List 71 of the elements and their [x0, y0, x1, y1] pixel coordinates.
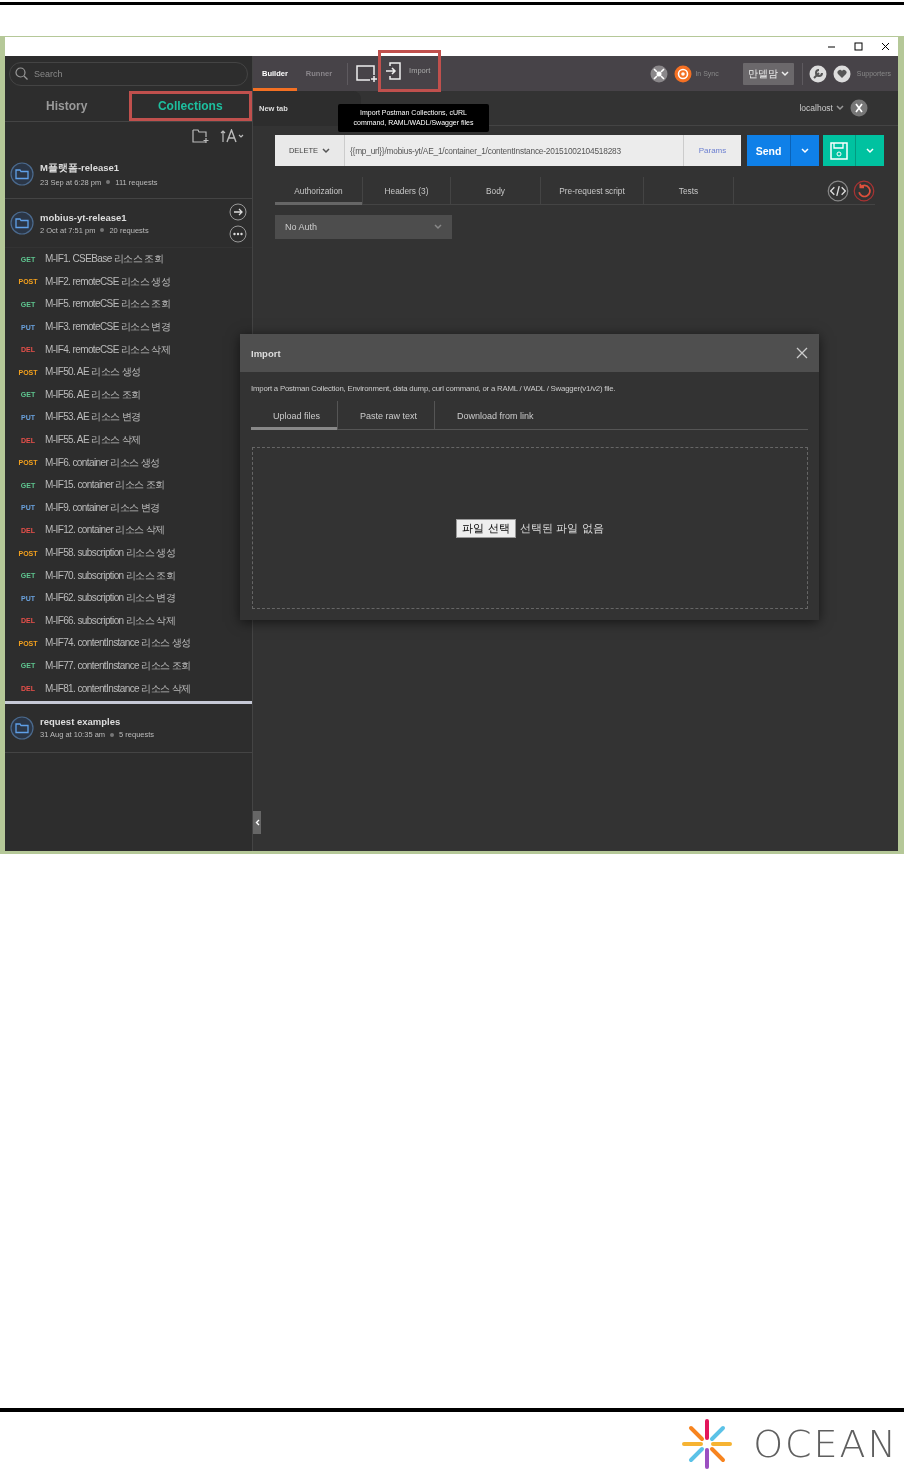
more-icon[interactable]	[229, 225, 247, 243]
request-name: M-IF62. subscription 리소스 변경	[45, 591, 175, 606]
request-name: M-IF56. AE 리소스 조회	[45, 387, 141, 402]
chevron-down-icon	[322, 147, 331, 154]
file-status: 선택된 파일 없음	[519, 520, 604, 536]
request-name: M-IF55. AE 리소스 삭제	[45, 433, 141, 448]
request-name: M-IF5. remoteCSE 리소스 조회	[45, 297, 171, 312]
request-name: M-IF3. remoteCSE 리소스 변경	[45, 320, 171, 335]
collection-name: mobius-yt-release1	[40, 211, 128, 223]
new-folder-icon[interactable]	[192, 129, 210, 143]
folder-icon	[10, 211, 34, 235]
separator-dot-icon	[106, 180, 111, 184]
request-section-tab[interactable]: Pre-request script	[541, 176, 644, 205]
request-name: M-IF12. container 리소스 삭제	[45, 523, 165, 538]
logo-text: OCEAN	[753, 1421, 898, 1466]
request-name: M-IF74. contentInstance 리소스 생성	[45, 636, 191, 651]
request-name: M-IF70. subscription 리소스 조회	[45, 568, 175, 583]
logo-icon	[681, 1417, 734, 1470]
choose-file-button[interactable]: 파일 선택	[456, 518, 516, 538]
chevron-down-icon	[434, 224, 442, 230]
request-name: M-IF50. AE 리소스 생성	[45, 365, 141, 380]
separator-dot-icon	[100, 228, 105, 232]
import-tab[interactable]: Download from link	[435, 401, 551, 430]
chevron-down-icon	[801, 147, 809, 154]
import-tab[interactable]: Paste raw text	[338, 401, 436, 430]
sync-icon[interactable]	[674, 64, 693, 83]
url-field[interactable]: {{mp_url}}/mobius-yt/AE_1/container_1/contentInstance-20151002104518283	[345, 135, 683, 166]
sort-icon[interactable]	[220, 129, 246, 143]
sidebar-tab[interactable]: History	[5, 91, 129, 121]
request-name: M-IF1. CSEBase 리소스 조회	[45, 252, 163, 267]
folder-icon	[10, 715, 34, 740]
sidebar-tab[interactable]: Collections	[128, 91, 252, 121]
collection-name: M플랫폼-release1	[40, 161, 121, 175]
chevron-down-icon	[866, 147, 874, 154]
request-name: M-IF77. contentInstance 리소스 조회	[45, 659, 191, 673]
arrow-right-icon[interactable]	[229, 203, 247, 221]
close-icon[interactable]	[881, 42, 890, 51]
folder-icon	[10, 162, 34, 186]
user-menu-button[interactable]: 만델맘	[742, 62, 794, 85]
environment-x-icon[interactable]	[850, 99, 868, 117]
dialog-title: Import	[251, 347, 281, 359]
chevron-left-icon	[254, 819, 260, 826]
request-name: M-IF15. container 리소스 조회	[45, 478, 165, 493]
auth-type-dropdown[interactable]: No Auth	[275, 215, 452, 239]
collection-name: request examples	[40, 716, 122, 728]
request-name: M-IF4. remoteCSE 리소스 삭제	[45, 342, 171, 357]
request-name: M-IF53. AE 리소스 변경	[45, 410, 141, 425]
separator-dot-icon	[110, 732, 115, 737]
request-name: M-IF58. subscription 리소스 생성	[45, 546, 175, 560]
import-icon	[385, 61, 402, 80]
maximize-icon[interactable]	[854, 42, 863, 51]
request-name: M-IF66. subscription 리소스 삭제	[45, 613, 175, 628]
request-name: M-IF6. container 리소스 생성	[45, 455, 160, 470]
request-name: M-IF9. container 리소스 변경	[45, 500, 160, 515]
chevron-down-icon	[836, 105, 844, 111]
request-section-tab[interactable]: Tests	[644, 176, 734, 205]
search-icon	[15, 66, 28, 80]
new-window-icon[interactable]	[356, 64, 379, 83]
chevron-down-icon	[780, 70, 789, 77]
request-section-tab[interactable]: Authorization	[275, 176, 363, 205]
code-icon[interactable]	[827, 179, 849, 202]
search-field[interactable]: Search	[9, 61, 248, 86]
request-name: M-IF81. contentInstance 리소스 삭제	[45, 681, 191, 696]
drop-zone[interactable]: 파일 선택 선택된 파일 없음	[252, 447, 808, 609]
environment-selector[interactable]: localhost	[799, 103, 844, 113]
request-section-tab[interactable]: Headers (3)	[363, 176, 451, 205]
import-tab[interactable]: Upload files	[251, 401, 339, 430]
request-name: M-IF2. remoteCSE 리소스 생성	[45, 274, 171, 289]
wrench-icon[interactable]	[808, 64, 827, 83]
request-section-tab[interactable]: Body	[451, 176, 541, 205]
collapse-handle[interactable]	[253, 811, 261, 834]
